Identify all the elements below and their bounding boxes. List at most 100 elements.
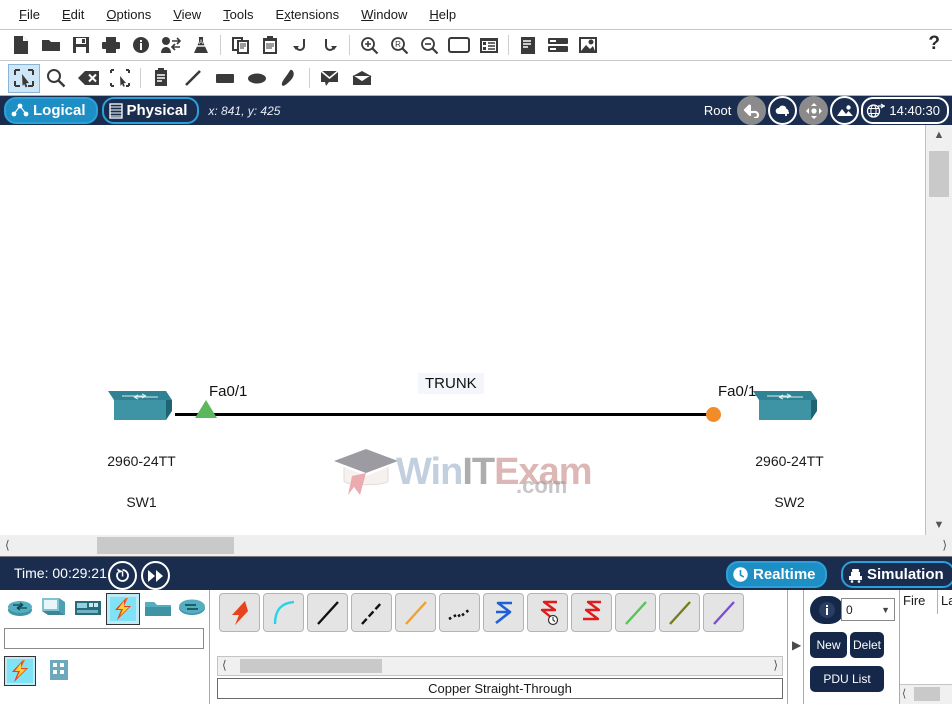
connection-octal[interactable]: [615, 593, 656, 632]
category-connections[interactable]: [106, 593, 140, 625]
rack-view-icon[interactable]: [543, 32, 573, 59]
scroll-up-icon[interactable]: ▲: [926, 125, 952, 145]
menu-extensions[interactable]: Extensions: [265, 5, 351, 24]
device-sw1[interactable]: [100, 390, 180, 428]
resize-shape-icon[interactable]: [104, 64, 136, 93]
trunk-link-cable[interactable]: [175, 413, 720, 416]
open-folder-icon[interactable]: [36, 32, 66, 59]
custom-devices-icon[interactable]: [474, 32, 504, 59]
menu-file[interactable]: File: [8, 5, 51, 24]
printer-icon[interactable]: [96, 32, 126, 59]
device-search-input[interactable]: [4, 628, 204, 649]
conn-scroll-right-icon[interactable]: ⟩: [773, 658, 778, 672]
new-file-icon[interactable]: [6, 32, 36, 59]
tab-physical[interactable]: Physical: [101, 97, 200, 124]
menu-help[interactable]: Help: [418, 5, 467, 24]
connection-console[interactable]: [263, 593, 304, 632]
notes-panel-icon[interactable]: [513, 32, 543, 59]
clock-icon: [732, 566, 749, 583]
simple-pdu-envelope-icon[interactable]: [314, 64, 346, 93]
complex-pdu-envelope-icon[interactable]: [346, 64, 378, 93]
trunk-text-note[interactable]: TRUNK: [418, 373, 484, 394]
freeform-icon[interactable]: [273, 64, 305, 93]
backdrop-image-icon[interactable]: [573, 32, 603, 59]
help-question-icon[interactable]: ?: [928, 33, 940, 55]
info-icon[interactable]: [126, 32, 156, 59]
scroll-right-icon[interactable]: ⟩: [942, 538, 947, 552]
connection-panel-scrollbar[interactable]: ⟨ ⟩: [217, 656, 783, 676]
mode-realtime-button[interactable]: Realtime: [726, 561, 827, 588]
device-search-field[interactable]: [5, 629, 203, 648]
connection-copper-straight-through[interactable]: [307, 593, 348, 632]
connection-automatic[interactable]: [219, 593, 260, 632]
subcategory-grid[interactable]: [44, 656, 74, 684]
menu-options[interactable]: Options: [95, 5, 162, 24]
redo-arrow-icon[interactable]: [315, 32, 345, 59]
back-arrow-icon[interactable]: [737, 96, 767, 125]
scroll-down-icon[interactable]: ▼: [926, 515, 952, 535]
save-disk-icon[interactable]: [66, 32, 96, 59]
conn-scroll-left-icon[interactable]: ⟨: [222, 658, 227, 672]
chevron-down-icon[interactable]: ▼: [881, 605, 890, 615]
zoom-out-icon[interactable]: [414, 32, 444, 59]
scenario-select[interactable]: 0 ▼: [841, 598, 895, 621]
rectangle-icon[interactable]: [209, 64, 241, 93]
connection-copper-cross-over[interactable]: [351, 593, 392, 632]
category-end-devices[interactable]: [38, 593, 70, 623]
canvas-horizontal-scrollbar[interactable]: ⟨ ⟩: [0, 535, 952, 557]
device-sw2[interactable]: [745, 390, 825, 428]
zoom-reset-icon[interactable]: R: [384, 32, 414, 59]
pdu-scroll-left-icon[interactable]: ⟨: [902, 687, 906, 700]
note-icon[interactable]: [145, 64, 177, 93]
category-miscellaneous[interactable]: [142, 593, 174, 623]
logical-workspace-canvas[interactable]: 2960-24TT SW1 Fa0/1 TRUNK 2960-24TT SW2: [0, 125, 926, 535]
connection-custom[interactable]: [703, 593, 744, 632]
menu-window[interactable]: Window: [350, 5, 418, 24]
category-multiuser-connection[interactable]: [176, 593, 208, 623]
select-arrow-icon[interactable]: [8, 63, 40, 93]
line-icon[interactable]: [177, 64, 209, 93]
mode-simulation-label: Simulation: [867, 566, 944, 583]
canvas-vertical-scrollbar[interactable]: ▲ ▼: [925, 125, 952, 535]
subcategory-connections[interactable]: [4, 656, 36, 686]
fast-forward-time-button[interactable]: [141, 561, 170, 590]
landscape-image-icon[interactable]: [830, 96, 860, 125]
pdu-info-button[interactable]: [810, 596, 844, 624]
menu-edit[interactable]: Edit: [51, 5, 95, 24]
new-pdu-button[interactable]: New: [810, 632, 847, 658]
move-arrows-icon[interactable]: [799, 96, 829, 125]
connection-coaxial[interactable]: [483, 593, 524, 632]
zoom-in-icon[interactable]: [354, 32, 384, 59]
horizontal-scroll-thumb[interactable]: [97, 537, 234, 554]
connection-fiber[interactable]: [395, 593, 436, 632]
pdu-panel-expander[interactable]: ▶: [792, 638, 801, 652]
scroll-left-icon[interactable]: ⟨: [5, 538, 10, 552]
pdu-scroll-thumb[interactable]: [914, 687, 940, 701]
menu-view[interactable]: View: [162, 5, 212, 24]
copy-icon[interactable]: [225, 32, 255, 59]
paste-icon[interactable]: [255, 32, 285, 59]
multiuser-icon[interactable]: [156, 32, 186, 59]
activity-wizard-icon[interactable]: A: [186, 32, 216, 59]
ellipse-icon[interactable]: [241, 64, 273, 93]
pdu-table-scrollbar[interactable]: ⟨: [900, 684, 952, 704]
power-cycle-devices-button[interactable]: [108, 561, 137, 590]
connection-phone[interactable]: [439, 593, 480, 632]
mode-simulation-button[interactable]: Simulation: [841, 561, 952, 588]
connection-scroll-thumb[interactable]: [240, 659, 382, 673]
tab-logical[interactable]: Logical: [4, 97, 98, 124]
delete-pdu-button[interactable]: Delet: [850, 632, 884, 658]
vertical-scroll-thumb[interactable]: [929, 151, 949, 197]
undo-arrow-icon[interactable]: [285, 32, 315, 59]
cloud-plus-icon[interactable]: [768, 96, 798, 125]
category-components[interactable]: [72, 593, 104, 623]
toggle-pdu-list-button[interactable]: PDU List: [810, 666, 884, 692]
connection-serial-dce[interactable]: [527, 593, 568, 632]
menu-tools[interactable]: Tools: [212, 5, 264, 24]
palette-window-icon[interactable]: [444, 32, 474, 59]
delete-x-icon[interactable]: [72, 64, 104, 93]
magnifier-icon[interactable]: [40, 64, 72, 93]
connection-iot-custom-cable[interactable]: [659, 593, 700, 632]
category-network-devices[interactable]: [4, 593, 36, 623]
connection-serial-dte[interactable]: [571, 593, 612, 632]
